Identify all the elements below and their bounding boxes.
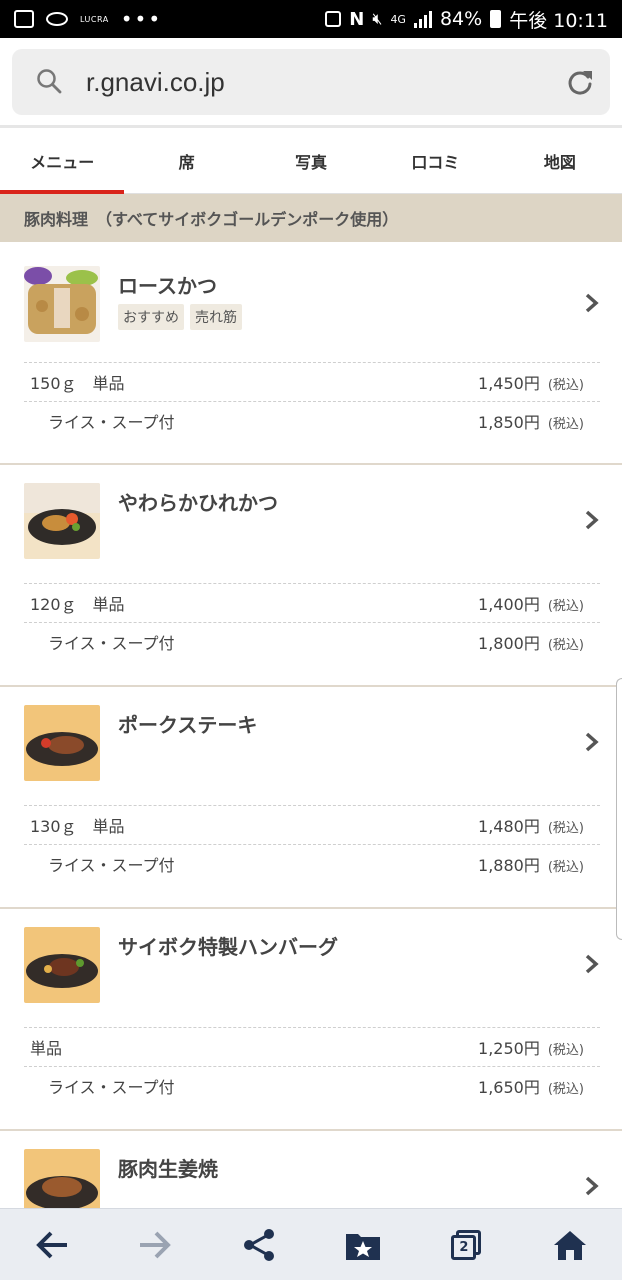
bookmark-folder-icon xyxy=(345,1233,380,1260)
price-row: 150ｇ 単品 1,450円 (税込) xyxy=(24,362,600,400)
forward-button[interactable] xyxy=(125,1215,185,1275)
mute-icon: 🔇︎ xyxy=(372,9,383,28)
tab-map[interactable]: 地図 xyxy=(498,128,622,193)
tab-seats[interactable]: 席 xyxy=(124,128,248,193)
home-button[interactable] xyxy=(540,1215,600,1275)
price-value: 1,650円 xyxy=(478,1077,540,1097)
scroll-indicator[interactable] xyxy=(616,678,622,940)
tab-menu[interactable]: メニュー xyxy=(0,128,125,194)
share-button[interactable] xyxy=(229,1215,289,1275)
price-row-label: ライス・スープ付 xyxy=(48,1077,175,1097)
more-notifications-dots: ••• xyxy=(120,7,163,31)
price-value: 1,480円 xyxy=(478,816,540,836)
tab-count: 2 xyxy=(451,1234,477,1260)
tax-note: (税込) xyxy=(547,1081,584,1097)
tax-note: (税込) xyxy=(547,598,584,614)
price-row-label: 150ｇ 単品 xyxy=(30,373,125,393)
clock: 午後 10:11 xyxy=(509,9,608,32)
tabs-button[interactable]: 2 xyxy=(436,1215,496,1275)
tab-reviews[interactable]: 口コミ xyxy=(373,128,497,193)
tax-note: (税込) xyxy=(547,377,584,393)
food-thumbnail xyxy=(24,705,100,781)
planet-notification-icon xyxy=(46,12,68,26)
menu-item[interactable]: ロースかつ おすすめ 売れ筋 150ｇ 単品 1,450円 (税込) ライス・スー… xyxy=(0,248,622,465)
price-row-label: ライス・スープ付 xyxy=(48,412,175,432)
gallery-notification-icon xyxy=(14,10,34,28)
menu-item-list: ロースかつ おすすめ 売れ筋 150ｇ 単品 1,450円 (税込) ライス・スー… xyxy=(0,248,622,1225)
tax-note: (税込) xyxy=(547,416,584,432)
tax-note: (税込) xyxy=(547,820,584,836)
menu-item[interactable]: ポークステーキ 130ｇ 単品 1,480円 (税込) ライス・スープ付 1,88… xyxy=(0,687,622,909)
food-thumbnail xyxy=(24,483,100,559)
chevron-right-icon[interactable] xyxy=(584,1175,600,1197)
price-row: 120ｇ 単品 1,400円 (税込) xyxy=(24,583,600,621)
food-thumbnail xyxy=(24,266,100,342)
tax-note: (税込) xyxy=(547,637,584,653)
tag-best-seller: 売れ筋 xyxy=(190,304,242,330)
menu-tabs: メニュー 席 写真 口コミ 地図 xyxy=(0,128,622,194)
tabs-icon: 2 xyxy=(451,1229,482,1260)
network-type: 4G xyxy=(390,12,406,26)
tax-note: (税込) xyxy=(547,1042,584,1058)
reload-icon[interactable] xyxy=(566,68,594,96)
tag-recommended: おすすめ xyxy=(118,304,184,330)
address-bar[interactable]: r.gnavi.co.jp xyxy=(12,49,610,115)
browser-bottom-nav: 2 xyxy=(0,1208,622,1280)
home-icon xyxy=(554,1230,587,1260)
food-thumbnail xyxy=(24,927,100,1003)
carrier-label: LUCRA xyxy=(80,14,109,24)
price-value: 1,880円 xyxy=(478,855,540,875)
tab-photos[interactable]: 写真 xyxy=(249,128,373,193)
browser-toolbar: r.gnavi.co.jp xyxy=(0,38,622,128)
price-row-label: ライス・スープ付 xyxy=(48,855,175,875)
price-row-label: 120ｇ 単品 xyxy=(30,594,125,614)
url-text[interactable]: r.gnavi.co.jp xyxy=(86,67,225,98)
battery-icon xyxy=(490,10,502,28)
item-name: ポークステーキ xyxy=(118,713,258,737)
chevron-right-icon[interactable] xyxy=(584,292,600,314)
menu-item[interactable]: サイボク特製ハンバーグ 単品 1,250円 (税込) ライス・スープ付 1,650… xyxy=(0,909,622,1131)
tax-note: (税込) xyxy=(547,859,584,875)
item-name: やわらかひれかつ xyxy=(118,491,278,515)
price-value: 1,850円 xyxy=(478,412,540,432)
price-row: 130ｇ 単品 1,480円 (税込) xyxy=(24,805,600,843)
battery-percent: 84% xyxy=(439,8,483,30)
back-arrow-icon xyxy=(35,1231,67,1258)
price-row: ライス・スープ付 1,880円 (税込) xyxy=(24,844,600,882)
price-row-label: 130ｇ 単品 xyxy=(30,816,125,836)
price-row: ライス・スープ付 1,650円 (税込) xyxy=(24,1066,600,1104)
chevron-right-icon[interactable] xyxy=(584,731,600,753)
item-name: ロースかつ xyxy=(118,274,217,298)
price-row: ライス・スープ付 1,800円 (税込) xyxy=(24,622,600,660)
sim-icon xyxy=(325,11,342,27)
price-row-label: ライス・スープ付 xyxy=(48,633,175,653)
category-header: 豚肉料理 （すべてサイボクゴールデンポーク使用） xyxy=(0,194,622,242)
bookmarks-button[interactable] xyxy=(333,1215,393,1275)
price-row-label: 単品 xyxy=(30,1038,63,1058)
price-value: 1,800円 xyxy=(478,633,540,653)
price-value: 1,250円 xyxy=(478,1038,540,1058)
nfc-icon: N xyxy=(349,8,365,30)
item-name: サイボク特製ハンバーグ xyxy=(118,935,338,959)
price-row: 単品 1,250円 (税込) xyxy=(24,1027,600,1065)
price-value: 1,450円 xyxy=(478,373,540,393)
status-bar: LUCRA ••• N 🔇︎ 4G 84% 午後 10:11 xyxy=(0,0,622,38)
menu-item[interactable]: やわらかひれかつ 120ｇ 単品 1,400円 (税込) ライス・スープ付 1,8… xyxy=(0,465,622,687)
price-value: 1,400円 xyxy=(478,594,540,614)
price-row: ライス・スープ付 1,850円 (税込) xyxy=(24,401,600,439)
chevron-right-icon[interactable] xyxy=(584,509,600,531)
forward-arrow-icon xyxy=(140,1231,172,1258)
signal-icon xyxy=(413,10,432,28)
chevron-right-icon[interactable] xyxy=(584,953,600,975)
back-button[interactable] xyxy=(22,1215,82,1275)
item-name: 豚肉生姜焼 xyxy=(118,1157,218,1181)
search-icon xyxy=(37,69,62,94)
share-icon xyxy=(244,1228,275,1261)
